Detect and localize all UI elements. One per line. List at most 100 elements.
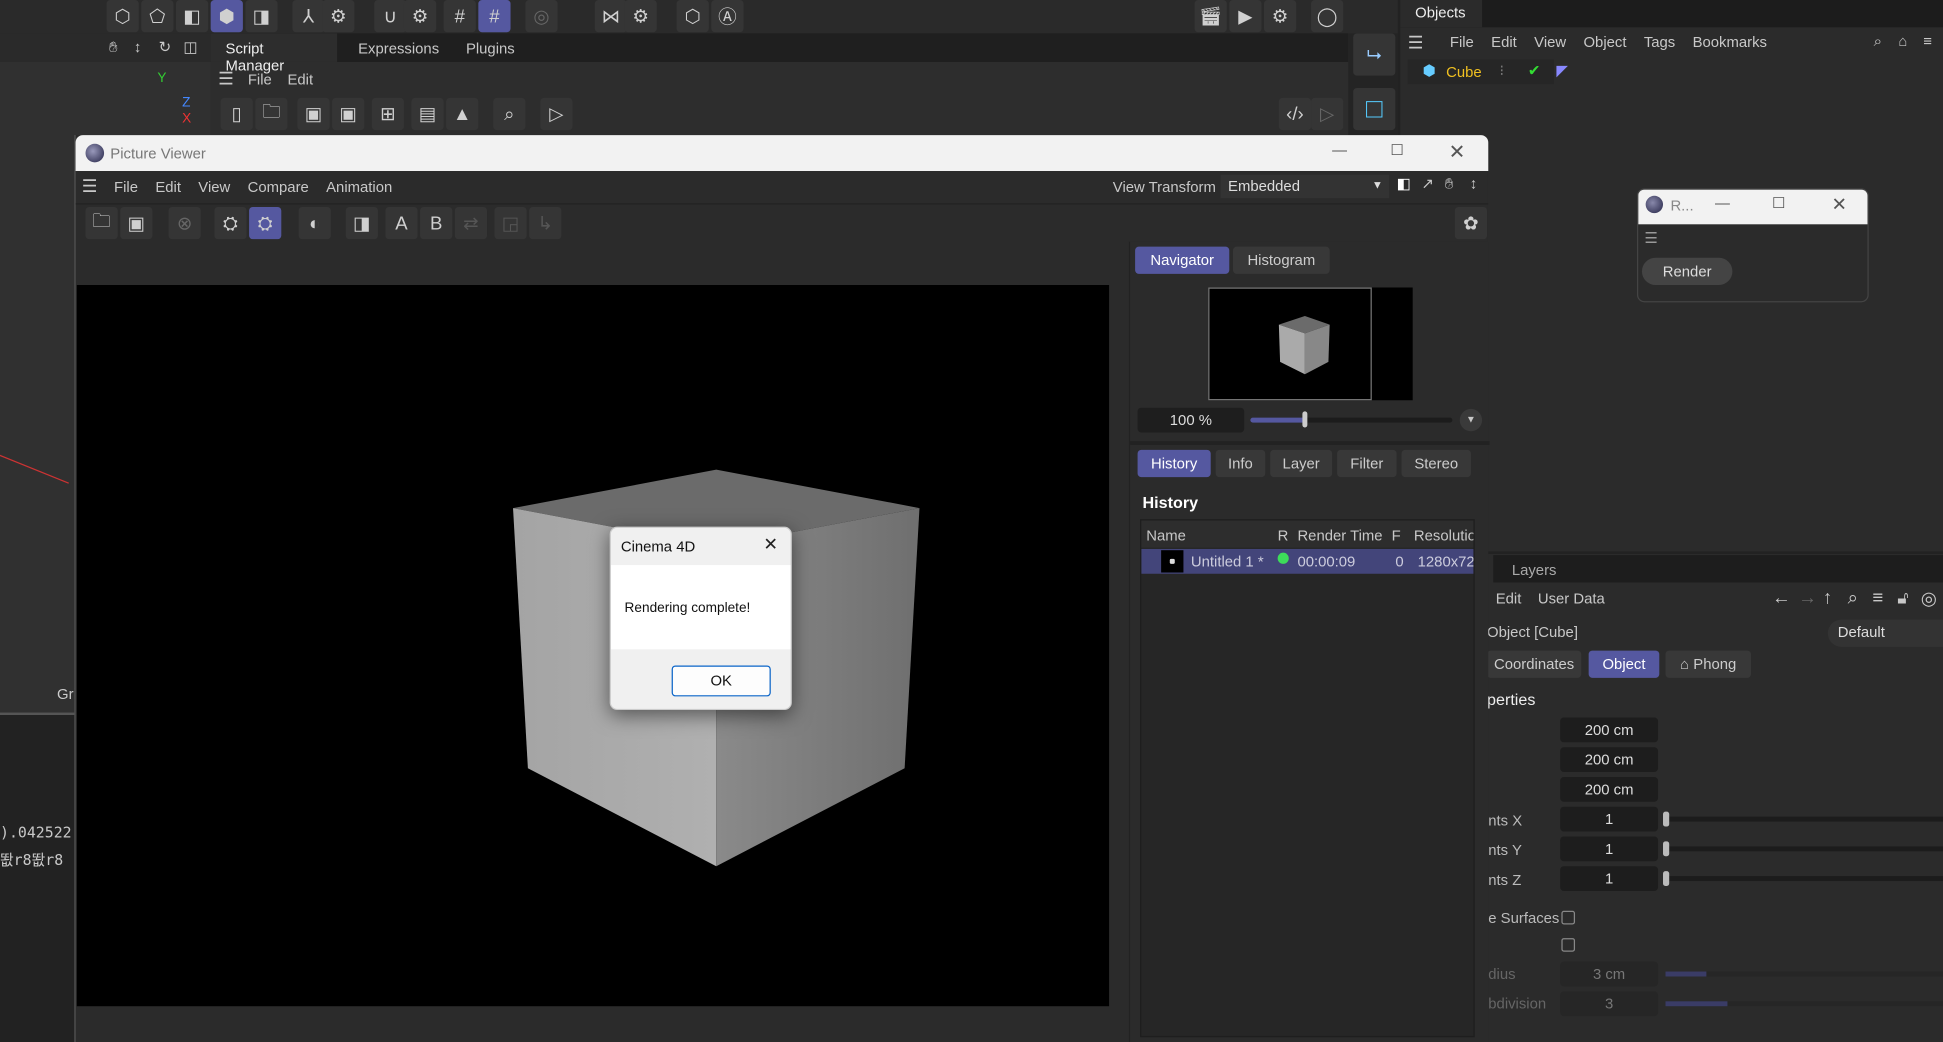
render-region-icon[interactable]: 🎬︎	[1194, 0, 1227, 33]
move-vertical-icon[interactable]: ↕	[1470, 175, 1477, 192]
tab-object[interactable]: Object	[1588, 650, 1660, 678]
new-file-icon[interactable]: ▯	[220, 97, 253, 131]
column-resolution[interactable]: Resolution	[1414, 527, 1473, 544]
menu-bookmarks[interactable]: Bookmarks	[1693, 33, 1767, 50]
slider-knob[interactable]	[1302, 411, 1308, 428]
pan-icon[interactable]: ✋︎	[109, 38, 117, 57]
tag-icon[interactable]: ◤	[1556, 62, 1567, 79]
compare-icon[interactable]: ◨	[345, 206, 378, 240]
lock-icon[interactable]: 🔓︎	[1897, 587, 1908, 608]
tab-phong[interactable]: ⌂ Phong	[1665, 650, 1751, 678]
find-icon[interactable]: ⌕	[493, 97, 526, 131]
up-arrow-icon[interactable]: ↑	[1823, 587, 1832, 608]
save-as-icon[interactable]: ▣	[332, 97, 365, 131]
navigator-preview[interactable]	[1208, 287, 1413, 401]
menu-view[interactable]: View	[198, 178, 230, 195]
tab-coordinates[interactable]: Coordinates	[1487, 650, 1582, 678]
segments-z-field[interactable]: 1	[1560, 866, 1659, 891]
run-script-icon[interactable]: ▷	[540, 97, 573, 131]
code-icon[interactable]: ‹/›	[1278, 97, 1312, 131]
menu-file[interactable]: File	[248, 71, 272, 88]
grid-icon[interactable]: #	[443, 0, 476, 33]
menu-user-data[interactable]: User Data	[1538, 590, 1605, 607]
back-arrow-icon[interactable]: ←	[1772, 587, 1791, 608]
segments-x-slider[interactable]	[1665, 816, 1943, 822]
segments-y-field[interactable]: 1	[1560, 836, 1659, 862]
chip-active-icon[interactable]: ⛭	[249, 206, 282, 240]
settings-flower-icon[interactable]: ✿	[1454, 206, 1488, 240]
forward-arrow-icon[interactable]: →	[1798, 587, 1817, 608]
close-button[interactable]: ✕	[1832, 193, 1848, 216]
save-icon[interactable]: ▣	[120, 206, 153, 240]
chip-icon[interactable]: ⛭	[214, 206, 247, 240]
hamburger-icon[interactable]: ☰	[1408, 32, 1424, 53]
stop-icon[interactable]: ⊗	[168, 206, 201, 240]
tab-plugins[interactable]: Plugins	[466, 40, 515, 57]
mode-dropdown[interactable]: Default	[1827, 619, 1943, 647]
menu-edit[interactable]: Edit	[1491, 33, 1517, 50]
maximize-button[interactable]: ☐	[1772, 195, 1785, 212]
object-row-cube[interactable]: ⬢ Cube ⁝ ✔	[1407, 59, 1554, 85]
slider-knob[interactable]	[1663, 841, 1670, 857]
cube-icon[interactable]: ⬢	[210, 0, 243, 33]
tab-expressions[interactable]: Expressions	[358, 40, 439, 57]
symmetry-icon[interactable]: ⋈	[594, 0, 628, 33]
slider-knob[interactable]	[1663, 871, 1670, 887]
tab-stereo[interactable]: Stereo	[1401, 449, 1471, 478]
column-r[interactable]: R	[1278, 527, 1289, 544]
hamburger-icon[interactable]: ☰	[1644, 229, 1657, 246]
fillet-subdivision-slider[interactable]	[1665, 1001, 1943, 1007]
null-icon[interactable]: ⬡	[106, 0, 139, 33]
frame-icon[interactable]: □	[1353, 87, 1396, 131]
split-view-icon[interactable]: ◧	[1397, 175, 1411, 192]
close-button[interactable]: ✕	[763, 534, 778, 555]
axis-icon[interactable]: ⅄	[292, 0, 325, 33]
menu-edit[interactable]: Edit	[1496, 590, 1522, 607]
tab-info[interactable]: Info	[1215, 449, 1266, 478]
render-view-icon[interactable]: ▶	[1229, 0, 1262, 33]
slider-knob[interactable]	[1663, 811, 1670, 827]
tab-navigator[interactable]: Navigator	[1135, 246, 1230, 274]
render-button[interactable]: Render	[1641, 257, 1733, 286]
zoom-field[interactable]: 100 %	[1137, 407, 1245, 433]
open-folder-icon[interactable]: 🗀︎	[255, 97, 288, 131]
grid-lock-icon[interactable]: #	[478, 0, 511, 33]
execute-icon[interactable]: ▷	[1311, 97, 1344, 131]
menu-object[interactable]: Object	[1583, 33, 1626, 50]
zoom-menu-button[interactable]: ▼	[1459, 408, 1483, 432]
magnet-icon[interactable]: ∪	[374, 0, 407, 33]
auto-icon[interactable]: Ⓐ	[711, 0, 744, 33]
menu-edit[interactable]: Edit	[155, 178, 181, 195]
rotate-icon[interactable]: ↻	[159, 38, 171, 55]
contrast-icon[interactable]: ◐	[298, 206, 331, 240]
gear-icon[interactable]: ⚙	[403, 0, 437, 33]
swap-icon[interactable]: ⇄	[454, 206, 488, 240]
set-a-button[interactable]: A	[385, 206, 418, 240]
maximize-button[interactable]: ☐	[1390, 141, 1403, 158]
gear-icon[interactable]: ⚙	[624, 0, 657, 33]
zoom-slider[interactable]	[1250, 417, 1453, 423]
close-button[interactable]: ✕	[1449, 140, 1466, 165]
move-icon[interactable]: ↕	[134, 38, 141, 55]
menu-compare[interactable]: Compare	[248, 178, 309, 195]
open-folder-icon[interactable]: 🗀︎	[85, 206, 118, 240]
column-f[interactable]: F	[1392, 527, 1401, 544]
spline-icon[interactable]: ⬠	[141, 0, 174, 33]
deformer-icon[interactable]: ◨	[245, 0, 278, 33]
duplicate-icon[interactable]: ⊞	[371, 97, 404, 131]
minimize-button[interactable]: —	[1715, 195, 1730, 212]
external-icon[interactable]: ↗	[1421, 175, 1433, 192]
menu-animation[interactable]: Animation	[326, 178, 392, 195]
segments-x-field[interactable]: 1	[1560, 806, 1659, 832]
hamburger-icon[interactable]: ☰	[218, 68, 234, 89]
fillet-checkbox[interactable]	[1561, 938, 1576, 952]
coordinate-tool-icon[interactable]: ⮡	[1353, 33, 1396, 76]
search-icon[interactable]: ⌕	[1874, 32, 1882, 51]
size-y-field[interactable]: 200 cm	[1560, 747, 1659, 773]
sphere-icon[interactable]: ◯	[1311, 0, 1344, 33]
gear-icon[interactable]: ⚙	[322, 0, 355, 33]
target-icon[interactable]: ◎	[1921, 587, 1937, 610]
tab-objects[interactable]: Objects	[1400, 0, 1483, 28]
filter-icon[interactable]: ≡	[1923, 32, 1932, 49]
tab-filter[interactable]: Filter	[1337, 449, 1397, 478]
